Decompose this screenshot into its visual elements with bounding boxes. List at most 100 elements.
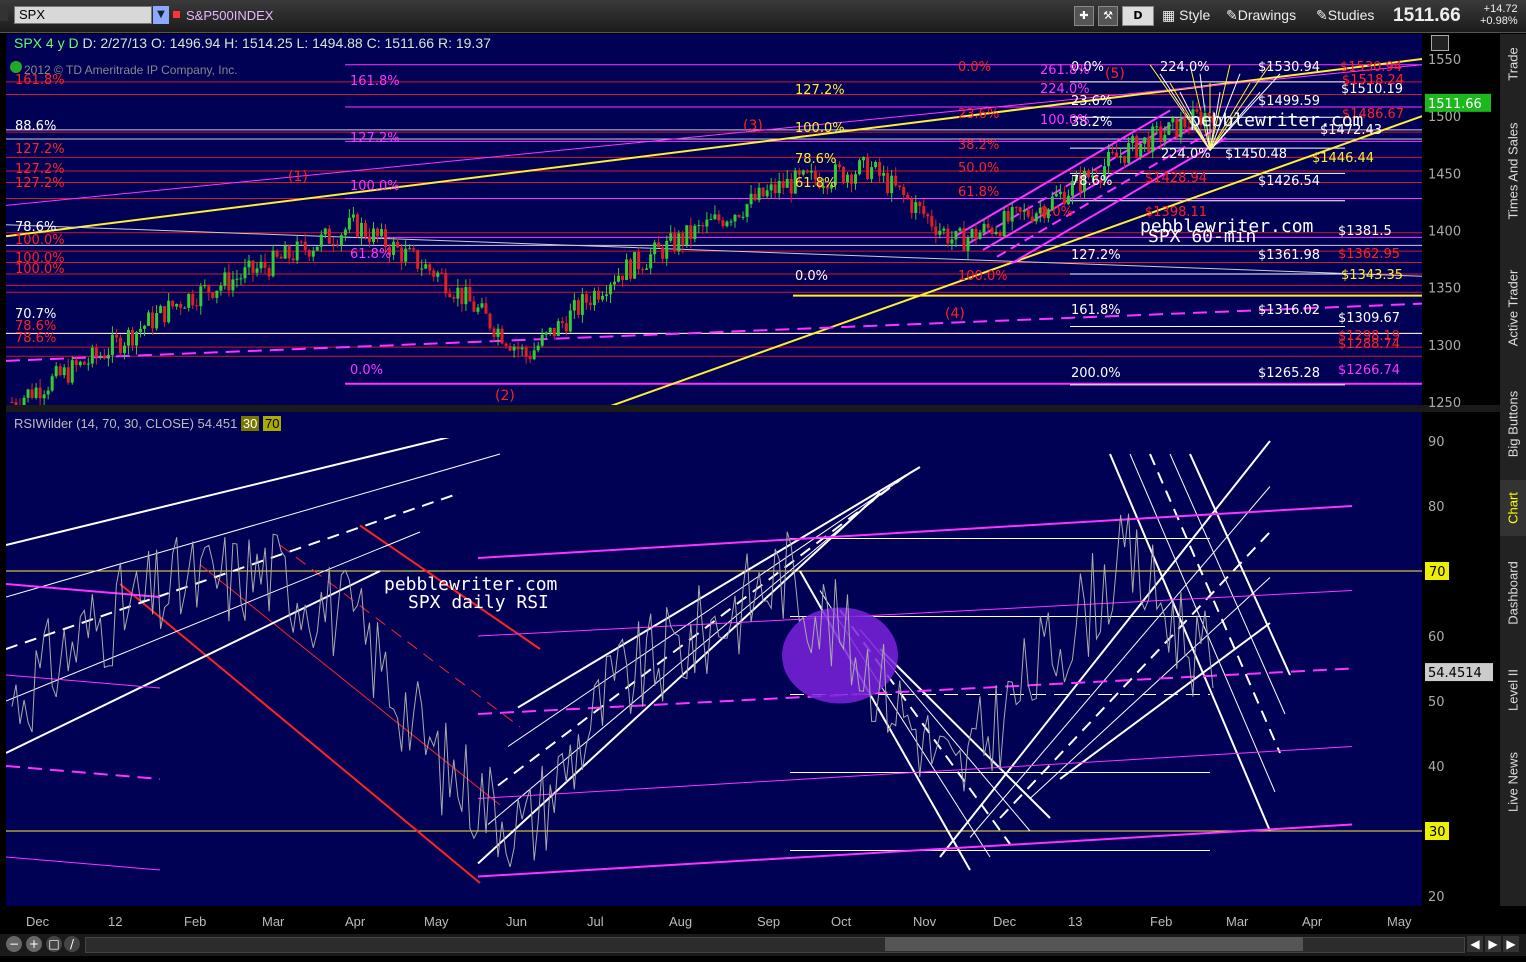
candle-body [773,184,777,194]
candle-body [1163,134,1167,142]
candle-body [890,175,894,194]
rsi-trend-line [477,823,1353,878]
candle-body [235,278,239,280]
candle-body [540,334,544,346]
scroll-thumb[interactable] [885,937,1303,951]
candle-body [866,156,870,179]
trend-line [6,302,1422,362]
candle-body [416,250,420,269]
candle-body [902,187,906,195]
candle-body [376,228,380,237]
candle-body [556,321,560,337]
candle-body [135,331,139,346]
fib-label: 224.0% [1160,60,1210,75]
candle-body [1175,118,1179,138]
candle-body [102,355,106,359]
tab-level-ii[interactable]: Level II [1500,650,1526,730]
candle-body [878,162,882,176]
month-label: May [424,914,449,929]
scroll-right-icon[interactable]: ▶ [1485,936,1501,952]
highlight-circle [782,607,898,704]
candle-body [195,305,199,307]
candle-body [54,366,58,377]
candle-body [243,267,247,279]
candle-body [874,162,878,168]
tab-chart[interactable]: Chart [1500,480,1526,536]
candle-body [1159,126,1163,142]
candle-body [400,247,404,262]
tab-big-buttons[interactable]: Big Buttons [1500,370,1526,478]
rsi-level-70: 70 [263,416,282,431]
status-line: SPX 4 y D D: 2/27/13 O: 1496.94 H: 1514.… [14,35,491,51]
rsi-tick-label: 20 [1428,890,1445,905]
candle-body [460,287,464,305]
rsi-tick-label: 50 [1428,695,1445,710]
tab-trade[interactable]: Trade [1500,34,1526,94]
expand-icon[interactable]: ▶ [1503,936,1519,952]
fib-label: 88.6% [15,119,56,134]
month-label: May [1387,914,1412,929]
scroll-left-icon[interactable]: ◀ [1467,936,1483,952]
candle-body [78,361,82,366]
candle-body [299,241,303,243]
time-axis[interactable]: Dec 12 Feb Mar Apr May Jun Jul Aug Sep O… [0,906,1500,934]
candle-body [604,294,608,296]
zoom-fit-icon[interactable]: □ [46,936,62,952]
zoom-out-icon[interactable]: − [6,936,22,952]
maximize-panel-icon[interactable] [1431,35,1449,51]
tab-times-and-sales[interactable]: Times And Sales [1500,96,1526,246]
candle-body [247,260,251,268]
candle-body [319,234,323,247]
fib-label: 261.8% [1040,63,1090,78]
tab-live-news[interactable]: Live News [1500,732,1526,832]
candle-body [548,327,552,333]
candle-body [114,334,118,338]
rsi-channel-line [939,440,1271,858]
candle-body [70,360,74,383]
candle-body [66,367,70,383]
candle-body [701,225,705,227]
fib-label: 224.0% [1040,82,1090,97]
candle-body [886,172,890,194]
candle-body [62,367,66,376]
rsi-channel-line [969,486,1271,838]
candle-body [203,285,207,287]
chart-canvas[interactable]: 161.8%88.6%127.2%127.2%127.2%78.6%100.0%… [0,0,1500,906]
candle-body [355,214,359,237]
candle-body [408,248,412,250]
candle-body [982,223,986,233]
tab-dashboard[interactable]: Dashboard [1500,538,1526,648]
fib-label: 38.2% [958,138,999,153]
rsi-70-label: 70 [1429,565,1446,580]
candle-body [926,214,930,217]
candle-body [255,268,259,273]
candle-body [765,190,769,197]
candle-body [307,250,311,257]
candle-body [544,332,548,335]
candle-body [207,285,211,293]
candle-body [801,170,805,175]
price-label: $1428.94 [1145,171,1207,186]
candle-body [151,312,155,329]
status-date: D: 2/27/13 [82,35,148,51]
candle-body [1167,122,1171,135]
price-label: $1381.5 [1338,224,1392,239]
draw-line-icon[interactable]: / [64,936,80,952]
candle-body [613,281,617,285]
candle-body [649,254,653,269]
candle-body [50,376,54,391]
fib-label: 0.0% [958,60,991,75]
candle-body [283,245,287,259]
candle-body [187,293,191,308]
price-tick-label: 1300 [1428,339,1461,354]
zoom-in-icon[interactable]: + [26,936,42,952]
candle-body [564,323,568,332]
candle-body [946,228,950,244]
candle-body [335,244,339,246]
tab-active-trader[interactable]: Active Trader [1500,248,1526,368]
candle-body [588,302,592,306]
chart-scrollbar[interactable]: − + □ / ◀ ▶ ▶ [0,934,1526,956]
current-price-label: 1511.66 [1428,97,1482,112]
candle-body [464,287,468,305]
candle-body [1123,155,1127,163]
